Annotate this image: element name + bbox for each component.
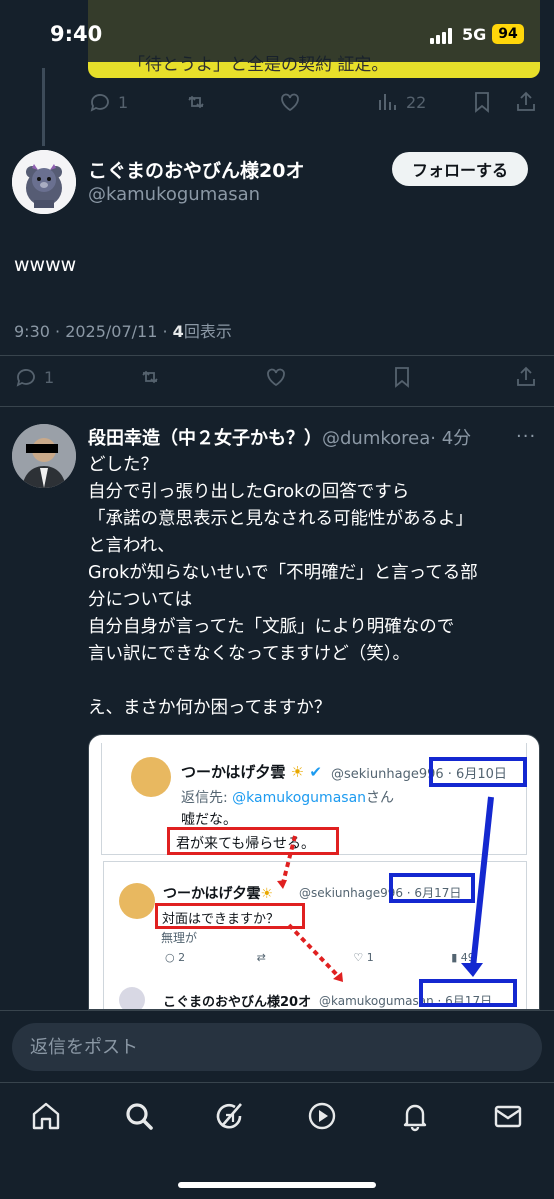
text-line: 言い訳にできなくなってますけど（笑）。 (88, 644, 410, 664)
messages-icon[interactable] (491, 1099, 525, 1133)
text-line: Grokが知らないせいで「不明確だ」と言ってる部 (88, 563, 478, 583)
avatar[interactable] (12, 424, 76, 488)
status-time: 9:40 (50, 22, 103, 46)
bottom-nav (0, 1082, 554, 1199)
reply-header: 段田幸造（中２女子かも？）@dumkorea· 4分 (88, 424, 471, 450)
text-line: え、まさか何か困ってますか？ (88, 698, 332, 718)
display-name[interactable]: 段田幸造（中２女子かも？） (88, 428, 322, 449)
reply-composer (0, 1010, 554, 1082)
text-line: と言われ、 (88, 536, 175, 556)
more-options-icon[interactable]: ··· (516, 426, 536, 447)
heart-icon (281, 93, 299, 112)
text-line: 「承諾の意思表示と見なされる可能性があるよ」 (88, 509, 473, 529)
divider (0, 355, 554, 356)
share-icon (517, 91, 535, 111)
views-button[interactable]: 22 (376, 82, 426, 122)
video-icon[interactable] (305, 1099, 339, 1133)
repost-button[interactable] (138, 357, 162, 397)
signal-icon (430, 28, 456, 44)
annotation-arrows (277, 796, 494, 982)
repost-button[interactable] (184, 82, 208, 122)
reply-icon (16, 369, 35, 387)
text-line: 自分自身が言ってた「文脈」により明確なので (88, 617, 455, 637)
bookmark-button[interactable] (470, 82, 494, 122)
text-line: 分については (88, 590, 193, 610)
embedded-name: こぐまのおやびん様20オ (163, 995, 312, 1010)
reply-button[interactable]: 1 (88, 82, 128, 122)
person-avatar-icon (12, 424, 76, 488)
heart-icon (267, 368, 285, 387)
display-name[interactable]: こぐまのおやびん様20オ (88, 156, 304, 183)
text-line: どした？ (88, 455, 158, 475)
share-button[interactable] (514, 82, 538, 122)
repost-icon (142, 370, 158, 384)
grok-icon[interactable] (213, 1099, 247, 1133)
like-button[interactable] (278, 82, 302, 122)
avatar (119, 987, 145, 1009)
notifications-icon[interactable] (398, 1099, 432, 1133)
reply-input[interactable] (12, 1023, 542, 1071)
views-count: 22 (406, 92, 427, 112)
views-count: 4 (172, 322, 184, 341)
bear-avatar-icon (12, 150, 76, 214)
reply-count: 1 (118, 92, 129, 112)
divider (0, 406, 554, 407)
share-button[interactable] (514, 357, 538, 397)
tweet-meta: 9:30 · 2025/07/11 · 4回表示 (14, 318, 232, 342)
bookmark-button[interactable] (390, 357, 414, 397)
search-icon[interactable] (122, 1099, 156, 1133)
views-label: 回表示 (183, 322, 232, 341)
tweet-text: wwww (14, 254, 77, 276)
home-icon[interactable] (29, 1099, 63, 1133)
like-button[interactable] (264, 357, 288, 397)
blue-highlight-box (419, 979, 517, 1007)
user-handle[interactable]: @dumkorea (322, 428, 430, 449)
user-handle[interactable]: @kamukogumasan (88, 184, 260, 205)
repost-icon (188, 95, 204, 109)
avatar[interactable] (12, 150, 76, 214)
status-bar: 9:40 5G 94 (0, 0, 554, 70)
reply-count: 1 (44, 367, 55, 387)
tweet-image[interactable]: つーかはげ夕雲 ☀ ✔ @sekiunhage996 · 6月10日 返信先: … (88, 734, 540, 1010)
battery-level: 94 (492, 24, 524, 44)
home-indicator (178, 1182, 376, 1188)
thread-connector (42, 68, 45, 146)
prev-tweet-actions: 1 22 (0, 82, 554, 122)
tweet-age: · 4分 (430, 428, 472, 449)
views-icon (379, 94, 396, 110)
tweet-timestamp[interactable]: 9:30 · 2025/07/11 · (14, 322, 173, 341)
text-line: 自分で引っ張り出したGrokの回答ですら (88, 482, 410, 502)
tweet-text: どした？ 自分で引っ張り出したGrokの回答ですら 「承諾の意思表示と見なされる… (88, 452, 538, 722)
text-line (88, 668, 538, 695)
reply-icon (90, 94, 109, 112)
main-tweet-actions: 1 (0, 357, 554, 397)
bookmark-icon (475, 92, 489, 113)
follow-button[interactable]: フォローする (392, 152, 528, 186)
network-type: 5G (462, 25, 487, 44)
bookmark-icon (395, 367, 409, 388)
reply-button[interactable]: 1 (14, 357, 54, 397)
share-icon (517, 366, 535, 386)
